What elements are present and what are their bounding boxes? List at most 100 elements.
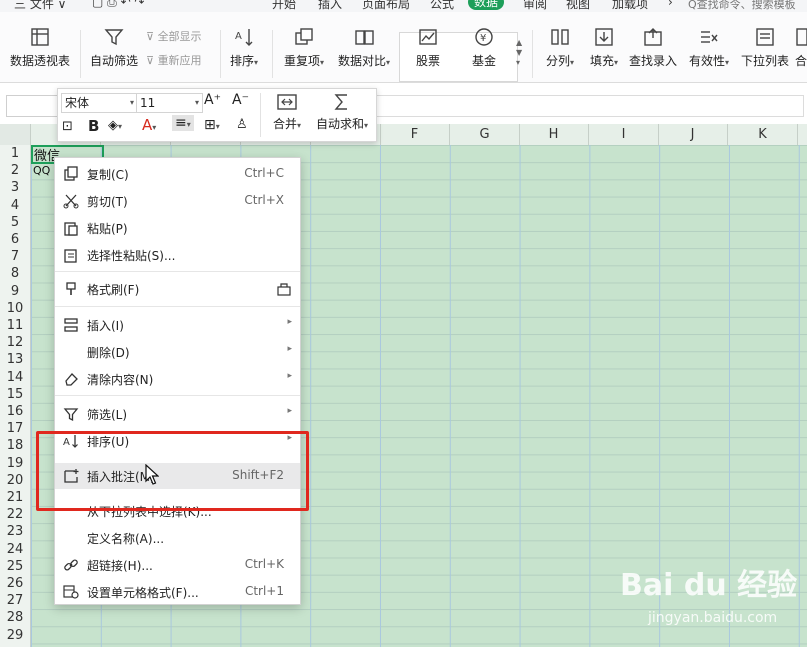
format-brush-icon[interactable]: ♙ bbox=[236, 117, 248, 132]
gallery-scroll-icon[interactable]: ▲ ▼ ▾ bbox=[516, 38, 522, 68]
split-column-button[interactable]: 分列▾ bbox=[540, 26, 580, 69]
row-header[interactable]: 19 bbox=[0, 455, 30, 472]
menu-item-insert[interactable]: 插入(I) ▸ bbox=[55, 312, 300, 338]
file-menu[interactable]: 三 文件 ∨ bbox=[14, 0, 66, 12]
menu-item-copy[interactable]: 复制(C) Ctrl+C bbox=[55, 161, 300, 187]
sort-button[interactable]: A 排序▾ bbox=[226, 26, 262, 69]
duplicates-button[interactable]: 重复项▾ bbox=[278, 26, 330, 69]
command-search-input[interactable]: Q查找命令、搜索模板 bbox=[688, 0, 796, 12]
row-header[interactable]: 26 bbox=[0, 575, 30, 592]
merge-button[interactable]: 合并▾ bbox=[268, 93, 306, 132]
menu-item-format-cells[interactable]: 设置单元格格式(F)... Ctrl+1 bbox=[55, 579, 300, 605]
tab-addins[interactable]: 加载项 bbox=[612, 0, 648, 12]
tab-review[interactable]: 审阅 bbox=[523, 0, 547, 12]
font-name-select[interactable]: 宋体 ▾ bbox=[61, 93, 138, 113]
reapply-button[interactable]: ⊽ 重新应用 bbox=[146, 52, 202, 68]
grow-font-icon[interactable]: A⁺ bbox=[204, 92, 221, 108]
menu-item-cut[interactable]: 剪切(T) Ctrl+X bbox=[55, 188, 300, 214]
font-size-select[interactable]: 11 ▾ bbox=[136, 93, 203, 113]
row-header[interactable]: 23 bbox=[0, 523, 30, 540]
row-header[interactable]: 12 bbox=[0, 334, 30, 351]
more-tabs-icon[interactable]: › bbox=[668, 0, 673, 9]
row-header[interactable]: 4 bbox=[0, 197, 30, 214]
tab-page-layout[interactable]: 页面布局 bbox=[362, 0, 410, 12]
autosum-button[interactable]: 自动求和▾ bbox=[312, 93, 372, 132]
cell-a2[interactable]: QQ bbox=[33, 164, 50, 177]
menu-item-format-painter[interactable]: 格式刷(F) bbox=[55, 276, 300, 302]
row-header[interactable]: 2 bbox=[0, 162, 30, 179]
lookup-entry-button[interactable]: 查找录入 bbox=[628, 26, 678, 69]
row-header[interactable]: 16 bbox=[0, 403, 30, 420]
more-ribbon-button[interactable]: 合 bbox=[794, 26, 807, 69]
row-header[interactable]: 7 bbox=[0, 248, 30, 265]
menu-item-filter[interactable]: 筛选(L) ▸ bbox=[55, 401, 300, 427]
fit-text-icon[interactable]: ⊡ bbox=[62, 119, 73, 134]
row-header[interactable]: 3 bbox=[0, 179, 30, 196]
row-header[interactable]: 8 bbox=[0, 265, 30, 282]
menu-item-hyperlink[interactable]: 超链接(H)... Ctrl+K bbox=[55, 552, 300, 578]
shrink-font-icon[interactable]: A⁻ bbox=[232, 92, 249, 108]
fund-button[interactable]: ¥ 基金 bbox=[464, 26, 504, 69]
bold-button[interactable]: B bbox=[88, 117, 99, 135]
row-header[interactable]: 24 bbox=[0, 541, 30, 558]
tab-home[interactable]: 开始 bbox=[272, 0, 296, 12]
menu-item-define-name[interactable]: 定义名称(A)... bbox=[55, 525, 300, 551]
tab-insert[interactable]: 插入 bbox=[318, 0, 342, 12]
menu-item-paste[interactable]: 粘贴(P) bbox=[55, 215, 300, 241]
menu-item-shortcut: Ctrl+X bbox=[244, 193, 284, 207]
lookup-entry-label: 查找录入 bbox=[628, 54, 677, 68]
pivot-table-button[interactable]: 数据透视表 bbox=[8, 26, 72, 69]
row-header[interactable]: 1 bbox=[0, 145, 30, 162]
row-header[interactable]: 11 bbox=[0, 317, 30, 334]
tab-data[interactable]: 数据 bbox=[468, 0, 505, 10]
row-header[interactable]: 15 bbox=[0, 386, 30, 403]
row-header[interactable]: 29 bbox=[0, 627, 30, 644]
align-center-icon[interactable]: ≡▾ bbox=[172, 115, 194, 131]
row-header[interactable]: 20 bbox=[0, 472, 30, 489]
row-header[interactable]: 17 bbox=[0, 420, 30, 437]
row-header[interactable]: 10 bbox=[0, 300, 30, 317]
menu-item-paste-special[interactable]: 选择性粘贴(S)... bbox=[55, 242, 300, 268]
quick-access-icons[interactable]: ▢ ⎙ ↶ ↷ bbox=[92, 0, 145, 10]
row-header[interactable]: 14 bbox=[0, 369, 30, 386]
column-header-j[interactable]: J bbox=[658, 124, 728, 145]
stock-button[interactable]: 股票 bbox=[408, 26, 448, 69]
fill-color-icon[interactable]: ◈▾ bbox=[108, 118, 122, 133]
tab-formulas[interactable]: 公式 bbox=[430, 0, 454, 12]
row-header[interactable]: 22 bbox=[0, 506, 30, 523]
fill-button[interactable]: 填充▾ bbox=[584, 26, 624, 69]
pivot-table-icon bbox=[31, 28, 49, 46]
compare-button[interactable]: 数据对比▾ bbox=[336, 26, 392, 69]
compare-icon bbox=[355, 30, 374, 45]
row-header[interactable]: 28 bbox=[0, 609, 30, 626]
row-header[interactable]: 9 bbox=[0, 283, 30, 300]
row-header[interactable]: 25 bbox=[0, 558, 30, 575]
column-header-i[interactable]: I bbox=[589, 124, 659, 145]
menu-item-delete[interactable]: 删除(D) ▸ bbox=[55, 339, 300, 365]
autofilter-button[interactable]: 自动筛选 bbox=[88, 26, 140, 69]
validity-button[interactable]: 有效性▾ bbox=[684, 26, 734, 69]
autofilter-label: 自动筛选 bbox=[89, 54, 138, 68]
column-header-h[interactable]: H bbox=[519, 124, 589, 145]
row-header[interactable]: 13 bbox=[0, 351, 30, 368]
format-painter-lock-icon[interactable] bbox=[276, 281, 292, 297]
menu-item-clear-contents[interactable]: 清除内容(N) ▸ bbox=[55, 366, 300, 392]
split-column-label: 分列 bbox=[545, 54, 570, 68]
row-header[interactable]: 6 bbox=[0, 231, 30, 248]
row-header[interactable]: 27 bbox=[0, 592, 30, 609]
column-header-f[interactable]: F bbox=[380, 124, 450, 145]
column-header-k[interactable]: K bbox=[728, 124, 798, 145]
select-all-corner[interactable] bbox=[0, 124, 31, 145]
svg-text:¥: ¥ bbox=[480, 33, 486, 44]
row-header[interactable]: 18 bbox=[0, 437, 30, 454]
row-header[interactable]: 21 bbox=[0, 489, 30, 506]
borders-icon[interactable]: ⊞▾ bbox=[204, 117, 220, 133]
toolbar-divider bbox=[260, 93, 261, 137]
column-header-g[interactable]: G bbox=[450, 124, 520, 145]
row-header[interactable]: 5 bbox=[0, 214, 30, 231]
font-color-icon[interactable]: A▾ bbox=[142, 116, 156, 134]
tab-view[interactable]: 视图 bbox=[566, 0, 590, 12]
dropdown-list-button[interactable]: 下拉列表 bbox=[740, 26, 790, 69]
show-all-button[interactable]: ⊽ 全部显示 bbox=[146, 28, 202, 44]
formula-input[interactable] bbox=[372, 95, 804, 117]
